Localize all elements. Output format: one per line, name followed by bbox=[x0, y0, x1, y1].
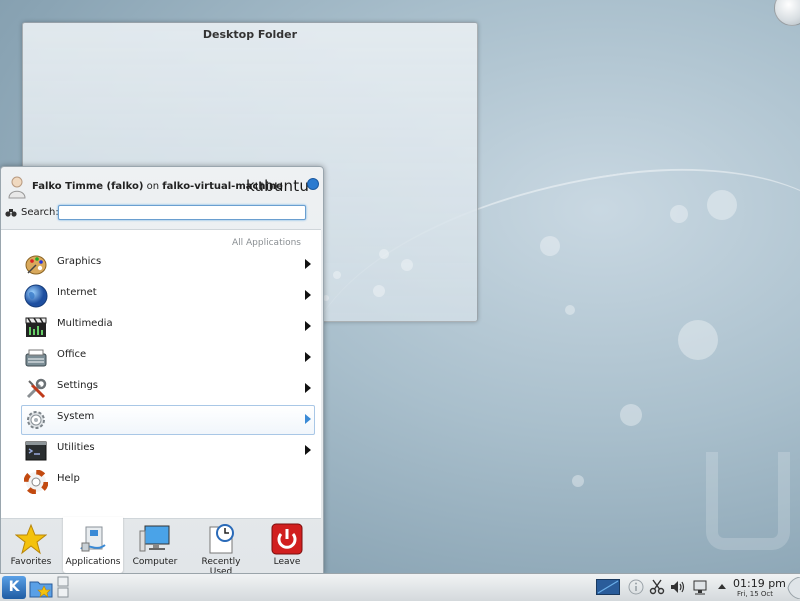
tab-recently-used[interactable]: Recently Used bbox=[191, 517, 251, 577]
breadcrumb[interactable]: All Applications bbox=[232, 238, 301, 248]
volume-icon[interactable] bbox=[669, 579, 685, 595]
menu-item-label: Internet bbox=[57, 287, 97, 298]
menu-header: Falko Timme (falko) on falko-virtual-mac… bbox=[1, 167, 323, 229]
graphics-palette-icon bbox=[25, 255, 47, 275]
menu-item-internet[interactable]: Internet bbox=[21, 281, 315, 311]
kickoff-menu: Falko Timme (falko) on falko-virtual-mac… bbox=[0, 166, 324, 577]
menu-item-office[interactable]: Office bbox=[21, 343, 315, 373]
applications-icon bbox=[80, 526, 106, 552]
info-icon[interactable] bbox=[628, 579, 644, 595]
user-name: Falko Timme (falko) bbox=[32, 181, 144, 192]
menu-item-help[interactable]: Help bbox=[21, 467, 315, 497]
desktop-toolbox-button[interactable] bbox=[774, 0, 800, 26]
computer-icon bbox=[139, 525, 170, 552]
search-input[interactable] bbox=[58, 205, 306, 220]
wallpaper-bubble bbox=[678, 320, 718, 360]
menu-item-settings[interactable]: Settings bbox=[21, 374, 315, 404]
wallpaper-bubble bbox=[401, 259, 413, 271]
terminal-icon bbox=[25, 441, 47, 461]
scissors-icon[interactable] bbox=[649, 579, 665, 595]
menu-item-graphics[interactable]: Graphics bbox=[21, 250, 315, 280]
display-icon[interactable] bbox=[596, 579, 620, 595]
search-label: Search: bbox=[21, 207, 59, 218]
wallpaper-bubble bbox=[540, 236, 560, 256]
globe-icon bbox=[24, 284, 48, 308]
chevron-right-icon bbox=[305, 383, 311, 393]
menu-item-utilities[interactable]: Utilities bbox=[21, 436, 315, 466]
chevron-right-icon bbox=[305, 321, 311, 331]
pager-icon[interactable] bbox=[57, 576, 69, 598]
chevron-right-icon bbox=[305, 445, 311, 455]
wallpaper-bubble bbox=[379, 249, 389, 259]
wallpaper-bubble bbox=[707, 190, 737, 220]
tab-applications[interactable]: Applications bbox=[63, 517, 123, 573]
tab-label: Applications bbox=[65, 557, 121, 567]
power-icon bbox=[271, 523, 303, 555]
network-icon[interactable] bbox=[692, 579, 708, 595]
clock-time[interactable]: 01:19 pm bbox=[733, 577, 786, 590]
chevron-right-icon bbox=[305, 290, 311, 300]
menu-item-label: Settings bbox=[57, 380, 99, 391]
menu-item-label: Graphics bbox=[57, 256, 102, 267]
tab-leave[interactable]: Leave bbox=[257, 517, 317, 573]
wallpaper-bubble bbox=[333, 271, 341, 279]
kickoff-tab-bar: Favorites Applications Computer Recently… bbox=[1, 517, 323, 577]
wallpaper-bubble bbox=[670, 205, 688, 223]
menu-item-label: System bbox=[57, 411, 95, 422]
clock-document-icon bbox=[209, 524, 234, 554]
binoculars-icon bbox=[5, 209, 17, 217]
desktop-folder-title: Desktop Folder bbox=[202, 28, 298, 41]
menu-item-system[interactable]: System bbox=[21, 405, 315, 435]
panel-toolbox-icon[interactable] bbox=[782, 577, 800, 599]
lifebuoy-icon bbox=[24, 470, 48, 494]
wallpaper-bubble bbox=[565, 305, 575, 315]
wallpaper-bubble bbox=[620, 404, 642, 426]
wallpaper-bubble bbox=[373, 285, 385, 297]
multimedia-icon bbox=[25, 317, 47, 337]
menu-item-label: Utilities bbox=[57, 442, 95, 453]
wallpaper-bubble bbox=[572, 475, 584, 487]
chevron-right-icon bbox=[305, 352, 311, 362]
user-avatar-icon bbox=[8, 176, 26, 199]
tab-label: Favorites bbox=[10, 557, 52, 567]
application-list: All Applications Graphics Internet Multi… bbox=[1, 229, 321, 519]
folder-star-icon[interactable] bbox=[29, 577, 53, 599]
kubuntu-logo-icon bbox=[307, 178, 319, 190]
menu-item-label: Multimedia bbox=[57, 318, 113, 329]
clock-date[interactable]: Fri, 15 Oct bbox=[737, 590, 773, 598]
kickoff-launcher-button[interactable]: K bbox=[2, 576, 26, 599]
gear-icon bbox=[27, 411, 45, 429]
taskbar-panel: K 01:19 pm Fri, 15 Oct bbox=[0, 573, 800, 601]
tab-computer[interactable]: Computer bbox=[125, 517, 185, 573]
menu-item-multimedia[interactable]: Multimedia bbox=[21, 312, 315, 342]
tab-label: Computer bbox=[132, 557, 178, 567]
user-on-text: on bbox=[146, 181, 160, 192]
tab-label: Leave bbox=[273, 557, 301, 567]
star-icon bbox=[15, 523, 47, 555]
tools-icon bbox=[26, 378, 47, 399]
typewriter-icon bbox=[25, 349, 47, 367]
menu-item-label: Office bbox=[57, 349, 87, 360]
wallpaper-kde-logo bbox=[706, 452, 790, 550]
kubuntu-logo-text: kubuntu bbox=[246, 177, 310, 195]
chevron-right-icon bbox=[305, 259, 311, 269]
chevron-right-icon bbox=[305, 414, 311, 424]
menu-item-label: Help bbox=[57, 473, 80, 484]
chevron-up-icon[interactable] bbox=[717, 582, 727, 592]
tab-favorites[interactable]: Favorites bbox=[1, 517, 61, 573]
